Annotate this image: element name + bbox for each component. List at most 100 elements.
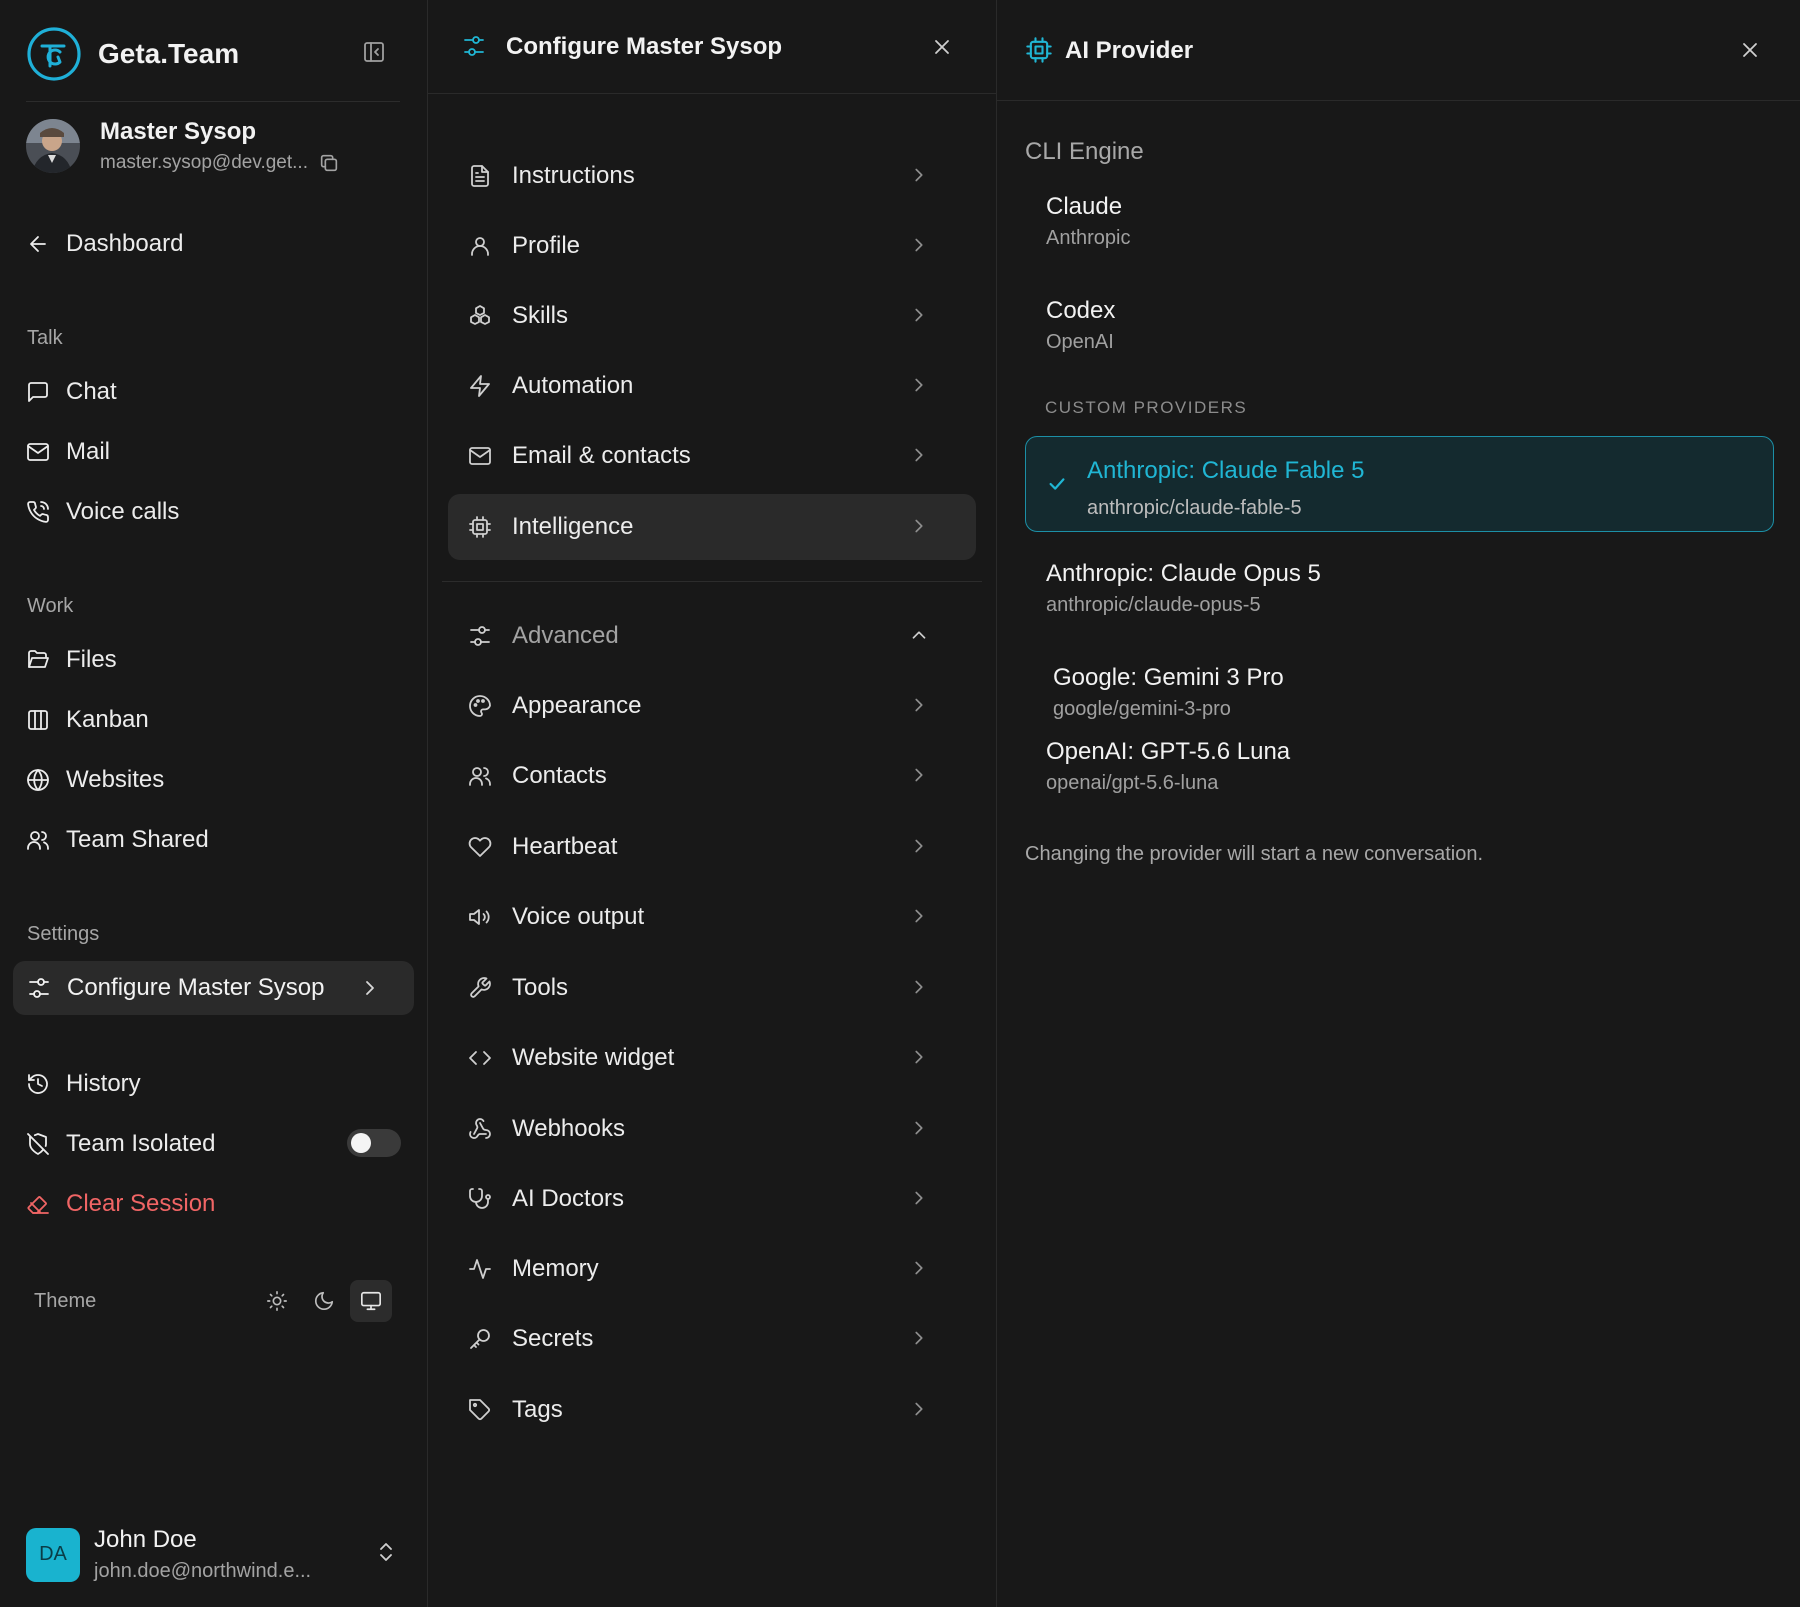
chevron-right-icon — [915, 1121, 923, 1135]
nav-chat-label: Chat — [66, 378, 117, 405]
menu-appearance-label: Appearance — [512, 692, 642, 719]
menu-heartbeat[interactable]: Heartbeat — [448, 814, 976, 880]
code-icon — [469, 1051, 491, 1065]
users-icon — [469, 767, 491, 786]
divider — [442, 581, 982, 582]
close-icon[interactable] — [1738, 38, 1762, 62]
nav-websites[interactable]: Websites — [26, 766, 164, 794]
option-id: openai/gpt-5.6-luna — [1046, 772, 1219, 794]
menu-webhooks[interactable]: Webhooks — [448, 1096, 976, 1162]
clear-session-button[interactable]: Clear Session — [26, 1190, 215, 1218]
boxes-icon — [470, 305, 490, 325]
shield-off-icon — [27, 1133, 49, 1155]
chevron-right-icon — [915, 238, 923, 252]
nav-team-shared-label: Team Shared — [66, 826, 209, 853]
settings-sliders-icon — [470, 626, 490, 646]
menu-website-widget[interactable]: Website widget — [448, 1025, 976, 1091]
theme-system-button[interactable] — [350, 1280, 392, 1322]
nav-chat[interactable]: Chat — [26, 378, 117, 406]
theme-dark-button[interactable] — [303, 1280, 345, 1322]
menu-website-widget-label: Website widget — [512, 1044, 675, 1071]
section-talk: Talk — [27, 327, 63, 349]
menu-ai-doctors[interactable]: AI Doctors — [448, 1166, 976, 1232]
chevron-right-icon — [915, 768, 923, 782]
menu-automation[interactable]: Automation — [448, 353, 976, 419]
toggle-knob — [351, 1133, 371, 1153]
menu-intelligence[interactable]: Intelligence — [448, 494, 976, 560]
copy-icon[interactable] — [318, 152, 340, 174]
stethoscope-icon — [469, 1188, 491, 1209]
menu-instructions[interactable]: Instructions — [448, 143, 976, 209]
provider-option-claude-fable-5[interactable]: Anthropic: Claude Fable 5 anthropic/clau… — [1025, 436, 1774, 532]
menu-email-contacts[interactable]: Email & contacts — [448, 423, 976, 489]
sidebar-collapse-icon[interactable] — [362, 40, 386, 64]
provider-option-gemini-3-pro[interactable]: Google: Gemini 3 Pro google/gemini-3-pro — [1053, 664, 1284, 721]
check-icon — [1049, 478, 1065, 490]
nav-mail[interactable]: Mail — [26, 438, 110, 466]
chevron-right-icon — [915, 1261, 923, 1275]
team-isolated-row: Team Isolated — [26, 1130, 215, 1158]
provider-option-gpt-5-6-luna[interactable]: OpenAI: GPT-5.6 Luna openai/gpt-5.6-luna — [1046, 738, 1290, 795]
menu-contacts-label: Contacts — [512, 762, 607, 789]
menu-memory[interactable]: Memory — [448, 1236, 976, 1302]
ai-provider-panel: AI Provider CLI Engine Claude Anthropic … — [997, 0, 1800, 1607]
user-email: john.doe@northwind.e... — [94, 1560, 312, 1582]
provider-option-claude-opus-5[interactable]: Anthropic: Claude Opus 5 anthropic/claud… — [1046, 560, 1321, 617]
option-name: Claude — [1046, 193, 1123, 220]
agent-profile: Master Sysop master.sysop@dev.get... — [26, 118, 340, 174]
option-name: Google: Gemini 3 Pro — [1053, 664, 1284, 691]
wrench-icon — [470, 977, 491, 998]
theme-light-button[interactable] — [256, 1280, 298, 1322]
menu-memory-label: Memory — [512, 1255, 599, 1282]
nav-kanban-label: Kanban — [66, 706, 149, 733]
menu-instructions-label: Instructions — [512, 162, 635, 189]
close-icon[interactable] — [930, 35, 954, 59]
menu-appearance[interactable]: Appearance — [448, 673, 976, 739]
chevron-right-icon — [915, 1402, 923, 1416]
provider-option-codex[interactable]: Codex OpenAI — [1046, 297, 1115, 354]
nav-websites-label: Websites — [66, 766, 165, 793]
kanban-icon — [28, 710, 48, 730]
folder-open-icon — [28, 650, 49, 668]
option-vendor: Anthropic — [1046, 227, 1131, 249]
nav-configure-agent-label: Configure Master Sysop — [67, 974, 325, 1001]
chevron-right-icon — [915, 378, 923, 392]
user-name: John Doe — [94, 1526, 197, 1553]
clear-session-label: Clear Session — [66, 1190, 216, 1217]
menu-advanced-toggle[interactable]: Advanced — [448, 603, 976, 669]
nav-team-shared[interactable]: Team Shared — [26, 826, 209, 854]
section-settings: Settings — [27, 923, 100, 945]
nav-voice-calls-label: Voice calls — [66, 498, 180, 525]
chevrons-up-down-icon[interactable] — [374, 1540, 398, 1564]
nav-configure-agent[interactable]: Configure Master Sysop — [13, 961, 414, 1015]
team-isolated-toggle[interactable] — [347, 1129, 401, 1157]
cpu-icon — [469, 516, 491, 538]
menu-profile[interactable]: Profile — [448, 213, 976, 279]
monitor-icon — [361, 1291, 381, 1311]
menu-contacts[interactable]: Contacts — [448, 743, 976, 809]
cpu-icon — [1026, 37, 1052, 63]
menu-voice-output[interactable]: Voice output — [448, 884, 976, 950]
nav-kanban[interactable]: Kanban — [26, 706, 149, 734]
brand-name: Geta.Team — [98, 38, 240, 69]
menu-tags[interactable]: Tags — [448, 1377, 976, 1443]
menu-automation-label: Automation — [512, 372, 634, 399]
nav-files[interactable]: Files — [26, 646, 117, 674]
provider-change-note: Changing the provider will start a new c… — [1025, 843, 1484, 865]
section-work: Work — [27, 595, 74, 617]
nav-history[interactable]: History — [26, 1070, 141, 1098]
brand[interactable]: Geta.Team — [26, 26, 239, 82]
provider-option-claude[interactable]: Claude Anthropic — [1046, 193, 1131, 250]
activity-icon — [469, 1259, 491, 1279]
menu-skills[interactable]: Skills — [448, 283, 976, 349]
agent-email: master.sysop@dev.get... — [100, 152, 308, 173]
nav-voice-calls[interactable]: Voice calls — [26, 498, 179, 526]
menu-tools-label: Tools — [512, 974, 569, 1001]
configure-panel: Configure Master Sysop Instructions Prof… — [428, 0, 997, 1607]
menu-tools[interactable]: Tools — [448, 955, 976, 1021]
nav-dashboard[interactable]: Dashboard — [26, 230, 183, 258]
user-menu[interactable]: DA John Doe john.doe@northwind.e... — [26, 1526, 311, 1583]
ai-provider-header: AI Provider — [997, 0, 1800, 101]
chevron-right-icon — [915, 448, 923, 462]
menu-secrets[interactable]: Secrets — [448, 1306, 976, 1372]
